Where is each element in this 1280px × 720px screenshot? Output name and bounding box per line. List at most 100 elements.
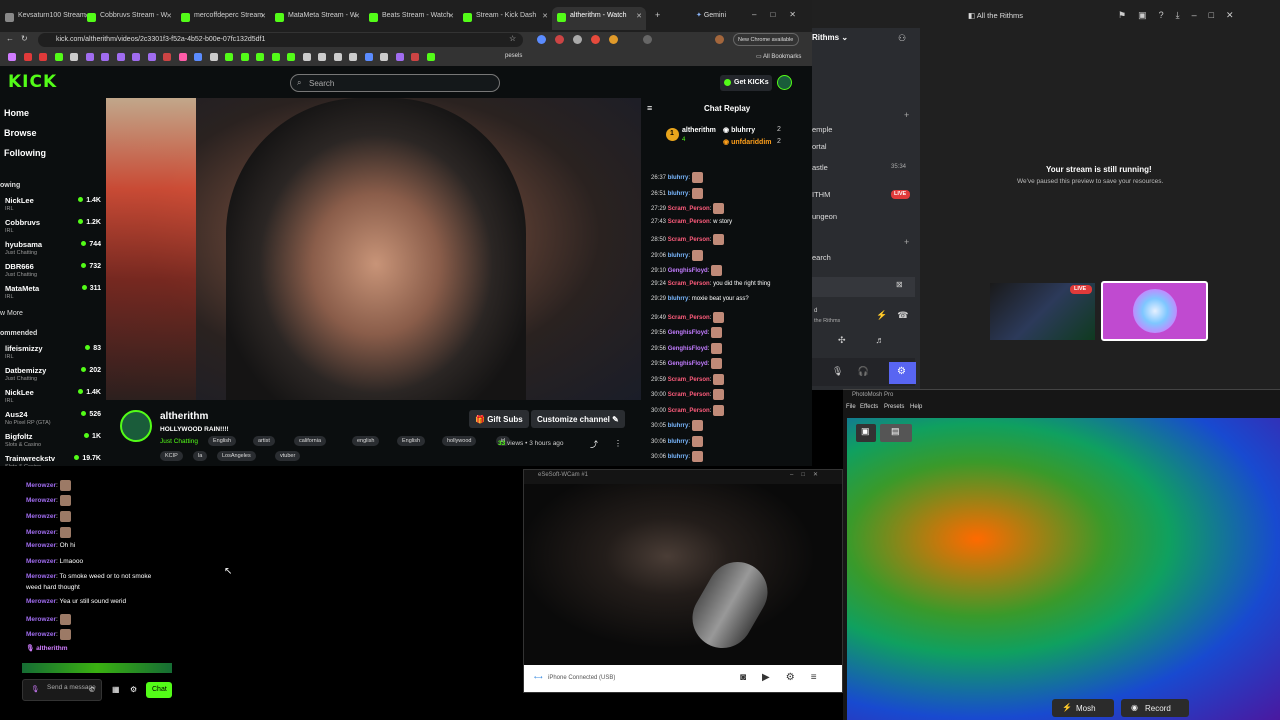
chat-username[interactable]: Merowzer [26, 529, 56, 536]
bookmark-icon[interactable] [209, 53, 218, 61]
bookmark-pesels[interactable]: pesels [505, 53, 522, 59]
menu-item[interactable]: Help [910, 404, 922, 410]
extension-icon[interactable] [591, 35, 600, 44]
bookmark-icon[interactable] [395, 53, 404, 61]
chrome-update-badge[interactable]: New Chrome available [733, 33, 799, 46]
all-bookmarks[interactable]: ▭ All Bookmarks [756, 53, 801, 60]
bookmark-icon[interactable] [364, 53, 373, 61]
bookmark-icon[interactable] [39, 53, 47, 61]
chat-username[interactable]: Scram_Person [668, 408, 710, 414]
nav-following[interactable]: Following [4, 148, 46, 158]
user-tile[interactable] [1101, 281, 1208, 341]
chat-username[interactable]: GenghisFloyd [668, 268, 708, 274]
video-mode-icon[interactable]: ▤ [880, 424, 912, 442]
emoji-icon[interactable]: ☺ [88, 685, 96, 694]
add-channel-icon[interactable]: + [904, 237, 909, 247]
chat-username[interactable]: Merowzer [26, 598, 56, 605]
chat-username[interactable]: Merowzer [26, 542, 56, 549]
tab-2[interactable]: Cobbruvs Stream - W ✕ [82, 7, 176, 30]
chat-username[interactable]: bluhrry [668, 296, 689, 302]
chat-username[interactable]: Merowzer [26, 573, 56, 580]
menu-item[interactable]: Effects [860, 404, 878, 410]
help-icon[interactable]: ? [1159, 10, 1176, 20]
settings-icon[interactable]: ⚙ [889, 362, 916, 384]
leaderboard-user[interactable]: ◉ unfdariddim [723, 138, 772, 146]
send-chat-button[interactable]: Chat [146, 682, 172, 698]
maximize-icon[interactable]: □ [770, 10, 789, 19]
extension-icons[interactable] [537, 35, 724, 44]
tab-7[interactable]: altherithm - Watch ✕ [552, 7, 646, 30]
puzzle-icon[interactable] [643, 35, 652, 44]
flag-icon[interactable]: ⚑ [1118, 10, 1138, 20]
bookmark-icon[interactable] [426, 53, 435, 61]
customize-channel-button[interactable]: Customize channel ✎ [531, 410, 625, 428]
chat-username[interactable]: Merowzer [26, 513, 56, 520]
chat-username[interactable]: bluhrry [668, 439, 689, 445]
bookmark-icon[interactable] [318, 53, 326, 61]
hangup-icon[interactable]: ☎ [897, 310, 918, 320]
chat-username[interactable]: Merowzer [26, 482, 56, 489]
channel-recommended[interactable]: lifeismizzy IRL 83 [5, 344, 101, 364]
bookmark-icon[interactable] [54, 53, 63, 61]
channel-following[interactable]: hyubsama Just Chatting 744 [5, 240, 101, 260]
tab-3[interactable]: mercoffdeperc Stream ✕ [176, 7, 270, 30]
tag-chip[interactable]: English [208, 436, 237, 446]
extension-icon[interactable] [573, 35, 582, 44]
bookmark-icon[interactable] [271, 53, 280, 61]
back-icon[interactable]: ← [6, 34, 14, 43]
close-icon[interactable]: ✕ [789, 10, 810, 19]
discord-server-name[interactable]: Rithms ⌄ [812, 33, 848, 42]
chat-username[interactable]: Scram_Person [668, 219, 710, 225]
new-tab-button[interactable]: + [655, 10, 660, 20]
headphones-icon[interactable]: 🎧 [857, 366, 882, 376]
noise-suppression-icon[interactable]: ⚡ [876, 310, 897, 320]
tag-chip[interactable]: hollywood [442, 436, 477, 446]
channel-following[interactable]: MataMeta IRL 311 [5, 284, 101, 304]
camera-icon[interactable]: ◙ [740, 672, 762, 683]
chat-username[interactable]: Merowzer [26, 497, 56, 504]
soundboard-icon[interactable]: ♬ [876, 335, 915, 345]
tag-chip[interactable]: LosAngeles [217, 451, 256, 461]
emote-bar[interactable] [22, 663, 172, 673]
tag-chip[interactable]: KCIP [160, 451, 183, 461]
channel-recommended[interactable]: Aus24 No Pixel RP (GTA) 526 [5, 410, 101, 430]
bookmark-icon[interactable] [287, 53, 295, 61]
minimize-icon[interactable]: – [1192, 10, 1209, 20]
bookmark-icon[interactable] [240, 53, 249, 61]
tag-chip[interactable]: artist [253, 436, 275, 446]
bookmark-icon[interactable] [178, 53, 187, 61]
video-icon[interactable]: ▶ [762, 672, 786, 683]
nav-home[interactable]: Home [4, 108, 29, 118]
chat-username[interactable]: Scram_Person [668, 392, 710, 398]
activities-icon[interactable]: ✣ [838, 335, 876, 345]
bookmark-icon[interactable] [116, 53, 125, 61]
bookmark-icon[interactable] [411, 53, 419, 61]
profile-avatar[interactable] [715, 35, 724, 44]
bookmark-icon[interactable] [163, 53, 171, 61]
bookmark-icon[interactable] [23, 53, 32, 61]
extension-icon[interactable] [609, 35, 618, 44]
bookmark-icon[interactable] [8, 53, 16, 61]
kick-logo[interactable]: KICK [8, 72, 57, 92]
mic-icon[interactable]: 🎙 [832, 366, 857, 376]
channel-following[interactable]: NickLee IRL 1.4K [5, 196, 101, 216]
chat-username[interactable]: bluhrry [668, 454, 689, 460]
streamer-avatar[interactable] [120, 410, 152, 442]
chat-username[interactable]: GenghisFloyd [668, 361, 708, 367]
close-icon[interactable]: ✕ [1226, 10, 1246, 20]
channel-item[interactable]: emple [812, 125, 832, 134]
settings-icon[interactable]: ⚙ [786, 672, 811, 683]
user-avatar[interactable] [777, 75, 792, 90]
maximize-icon[interactable]: □ [1209, 10, 1226, 20]
mosh-button[interactable]: ⚡ Mosh [1052, 699, 1114, 717]
bookmark-icon[interactable] [194, 53, 202, 61]
window-controls[interactable]: –□✕ [752, 10, 810, 19]
channel-item[interactable]: ortal [812, 142, 827, 151]
tag-chip[interactable]: california [294, 436, 327, 446]
chat-username[interactable]: GenghisFloyd [668, 330, 708, 336]
bookmark-icon[interactable] [256, 53, 264, 61]
settings-icon[interactable]: ⚙ [130, 685, 137, 694]
chat-username[interactable]: bluhrry [668, 423, 689, 429]
chat-username[interactable]: bluhrry [668, 175, 689, 181]
get-kicks-button[interactable]: Get KICKs [720, 75, 772, 91]
